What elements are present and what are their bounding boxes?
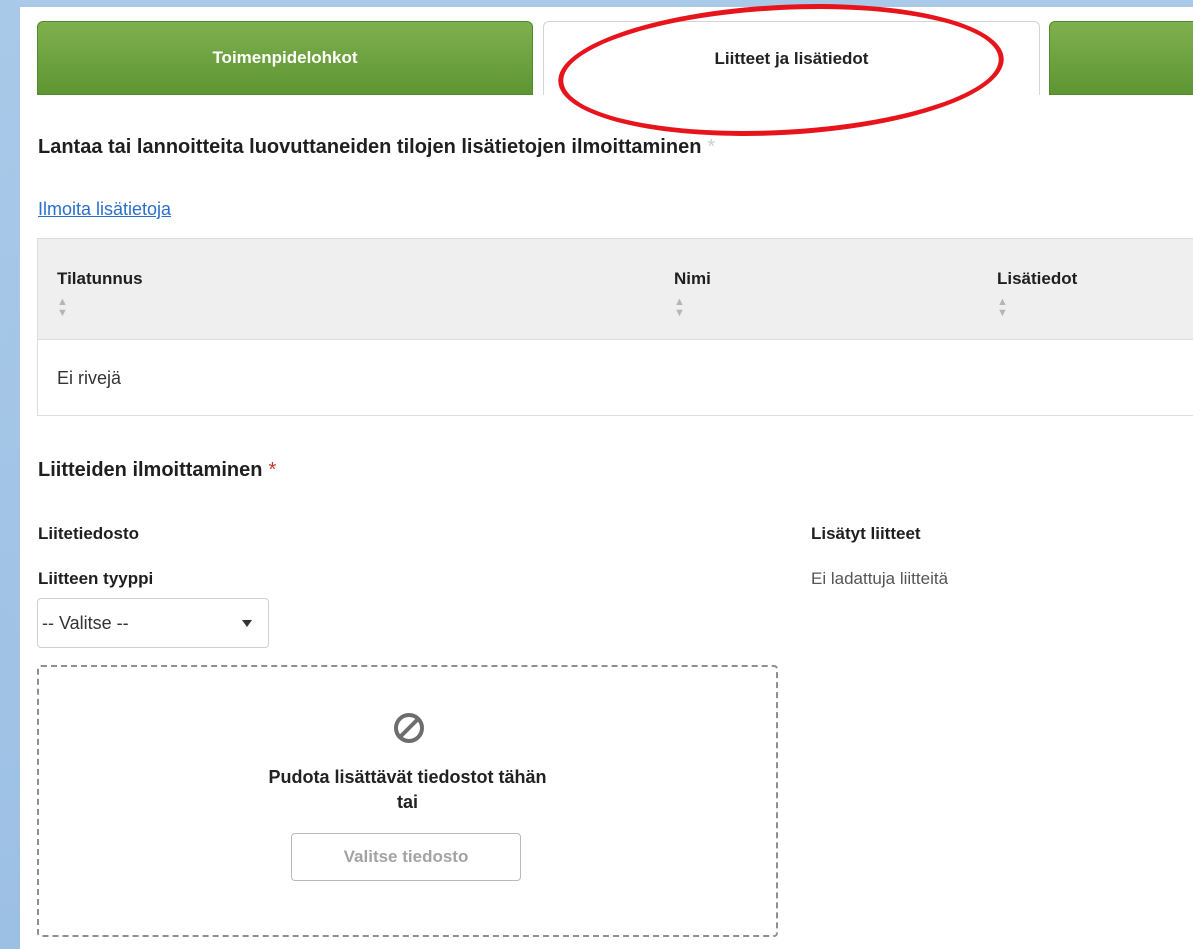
attachment-type-label: Liitteen tyyppi <box>38 569 154 588</box>
farms-table: Tilatunnus ▲ ▼ Nimi ▲ ▼ Lisätiedot ▲ ▼ Ei r… <box>37 238 1193 416</box>
dropzone-instruction: Pudota lisättävät tiedostot tähän <box>268 767 547 787</box>
tab-next[interactable] <box>1049 21 1193 95</box>
sort-icon[interactable]: ▲ ▼ <box>57 297 68 319</box>
added-attachments-label: Lisätyt liitteet <box>811 524 921 543</box>
section-title-liitteet: Liitteiden ilmoittaminen * <box>38 459 276 482</box>
table-header: Tilatunnus ▲ ▼ Nimi ▲ ▼ Lisätiedot ▲ ▼ <box>38 239 1193 340</box>
section-title-lisatiedot: Lantaa tai lannoitteita luovuttaneiden t… <box>38 136 715 159</box>
column-header-tilatunnus[interactable]: Tilatunnus <box>57 269 143 289</box>
tab-toimenpidelohkot[interactable]: Toimenpidelohkot <box>37 21 533 95</box>
sort-icon[interactable]: ▲ ▼ <box>997 297 1008 319</box>
page-frame: Toimenpidelohkot Liitteet ja lisätiedot … <box>20 0 1193 949</box>
dropzone-or: tai <box>396 792 418 812</box>
required-marker: * <box>707 136 716 158</box>
column-header-nimi[interactable]: Nimi <box>674 269 711 289</box>
section-title-text: Liitteiden ilmoittaminen <box>38 459 263 481</box>
choose-file-button[interactable]: Valitse tiedosto <box>291 833 521 881</box>
attachment-type-select[interactable]: -- Valitse -- <box>37 598 269 648</box>
column-header-lisatiedot[interactable]: Lisätiedot <box>997 269 1077 289</box>
required-marker: * <box>268 459 277 481</box>
attachment-file-label: Liitetiedosto <box>38 524 140 543</box>
empty-table-message: Ei rivejä <box>57 368 122 388</box>
section-title-text: Lantaa tai lannoitteita luovuttaneiden t… <box>38 136 702 158</box>
tab-label: Toimenpidelohkot <box>212 48 358 67</box>
dropzone-text: Pudota lisättävät tiedostot tähän tai <box>39 765 776 815</box>
file-dropzone[interactable]: Pudota lisättävät tiedostot tähän tai Va… <box>37 665 778 937</box>
no-attachments-text: Ei ladattuja liitteitä <box>811 569 949 588</box>
add-info-link[interactable]: Ilmoita lisätietoja <box>38 199 171 220</box>
caret-down-icon <box>242 620 252 627</box>
sort-icon[interactable]: ▲ ▼ <box>674 297 685 319</box>
not-allowed-icon <box>394 713 424 743</box>
select-value: -- Valitse -- <box>42 612 129 633</box>
